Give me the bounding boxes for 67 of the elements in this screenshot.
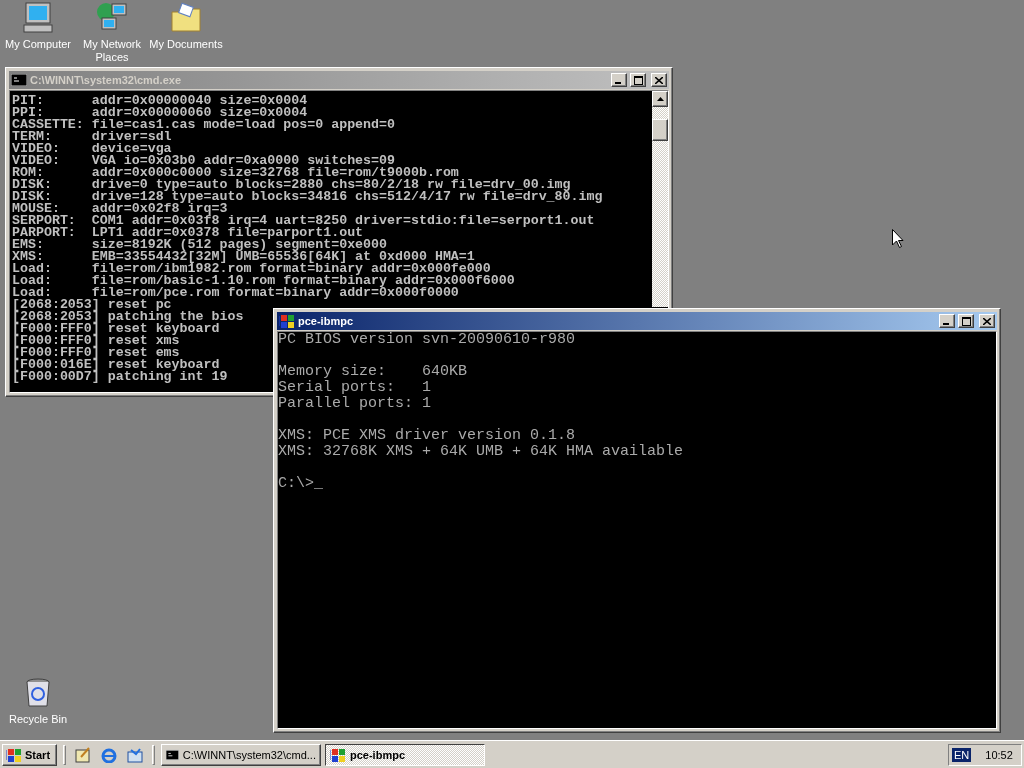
screen-line: XMS: PCE XMS driver version 0.1.8 <box>278 428 576 444</box>
desktop-icon-label[interactable]: My Computer <box>5 38 71 51</box>
start-button[interactable]: Start <box>2 743 57 766</box>
windows-flag-icon <box>6 747 22 762</box>
screen-line: C:\>_ <box>278 476 323 492</box>
minimize-button[interactable] <box>611 73 627 87</box>
taskbar-button[interactable]: pce-ibmpc <box>325 743 485 766</box>
screen-line: Serial ports: 1 <box>278 380 432 396</box>
scrollbar-track[interactable] <box>652 91 668 307</box>
windows-flag-icon <box>330 747 346 762</box>
scroll-up-button[interactable] <box>652 91 668 107</box>
console-line: CASSETTE: file=cas1.cas mode=load pos=0 append=0 <box>12 119 395 131</box>
console-line: [F000:FFF0] reset xms <box>12 335 180 347</box>
console-line: [2068:2053] reset pc <box>12 299 172 311</box>
computer-icon <box>22 2 54 34</box>
maximize-button[interactable] <box>958 314 974 328</box>
console-line: [F000:00D7] patching int 19 <box>12 371 228 383</box>
console-line: Load: file=rom/pce.rom format=binary addr=0x000f0000 <box>12 287 459 299</box>
windows-flag-icon <box>279 314 295 328</box>
console-icon <box>166 748 179 761</box>
console-line: XMS: EMB=33554432[32M] UMB=65536[64K] at 0xd000 HMA=1 <box>12 251 475 263</box>
console-line: VIDEO: device=vga <box>12 143 172 155</box>
console-line: Load: file=rom/ibm1982.rom format=binary addr=0x000fe000 <box>12 263 491 275</box>
envelope-icon <box>127 746 143 763</box>
console-line: TERM: driver=sdl <box>12 131 172 143</box>
maximize-icon <box>961 316 971 326</box>
scroll-thumb[interactable] <box>652 119 668 141</box>
language-indicator[interactable]: EN <box>952 747 972 762</box>
console-line: MOUSE: addr=0x02f8 irq=3 <box>12 203 228 215</box>
folder-icon <box>170 2 202 34</box>
maximize-button[interactable] <box>630 73 646 87</box>
taskbar-button[interactable]: C:\WINNT\system32\cmd... <box>161 743 321 766</box>
desktop-icon-label[interactable]: Recycle Bin <box>8 713 68 726</box>
console-icon <box>11 74 27 86</box>
console-line: ROM: addr=0x000c0000 size=32768 file=rom/t9000b.rom <box>12 167 459 179</box>
console-line: PPI: addr=0x00000060 size=0x0004 <box>12 107 308 119</box>
screen-line: Parallel ports: 1 <box>278 396 432 412</box>
close-icon <box>655 76 663 84</box>
minimize-button[interactable] <box>939 314 955 328</box>
console-line: Load: file=rom/basic-1.10.rom format=binary addr=0x000f6000 <box>12 275 515 287</box>
browser-e-icon <box>101 746 117 763</box>
desktop-icon-label[interactable]: My Documents <box>149 38 223 51</box>
screen-line: PC BIOS version svn-20090610-r980 <box>278 332 576 348</box>
console-line: [F000:016E] reset keyboard <box>12 359 220 371</box>
console-line: EMS: size=8192K (512 pages) segment=0xe000 <box>12 239 388 251</box>
console-line: [F000:FFF0] reset keyboard <box>12 323 220 335</box>
console-line: VIDEO: VGA io=0x03b0 addr=0xa0000 switches=09 <box>12 155 395 167</box>
clock: 10:52 <box>985 748 1013 761</box>
close-button[interactable] <box>979 314 995 328</box>
maximize-icon <box>633 75 643 85</box>
console-line: PARPORT: LPT1 addr=0x0378 file=parport1.out <box>12 227 364 239</box>
console-line: [2068:2053] patching the bios <box>12 311 244 323</box>
desk-pad-icon <box>75 746 91 763</box>
window-title: pce-ibmpc <box>298 315 354 327</box>
mouse-pointer-icon <box>892 229 904 248</box>
close-icon <box>983 317 991 325</box>
console-line: SERPORT: COM1 addr=0x03f8 irq=4 uart=8250 driver=stdio:file=serport1.out <box>12 215 595 227</box>
screen-line: XMS: 32768K XMS + 64K UMB + 64K HMA available <box>278 444 684 460</box>
window-title: C:\WINNT\system32\cmd.exe <box>30 74 182 86</box>
console-line: PIT: addr=0x00000040 size=0x0004 <box>12 95 308 107</box>
console-line: DISK: drive=0 type=auto blocks=2880 chs=80/2/18 rw file=drv_00.img <box>12 179 571 191</box>
console-line: [F000:FFF0] reset ems <box>12 347 180 359</box>
desktop-icon-label[interactable]: My Network Places <box>74 38 150 64</box>
close-button[interactable] <box>651 73 667 87</box>
console-line: DISK: drive=128 type=auto blocks=34816 chs=512/4/17 rw file=drv_80.img <box>12 191 603 203</box>
up-arrow-icon <box>656 97 664 101</box>
screen-line: Memory size: 640KB <box>278 364 468 380</box>
